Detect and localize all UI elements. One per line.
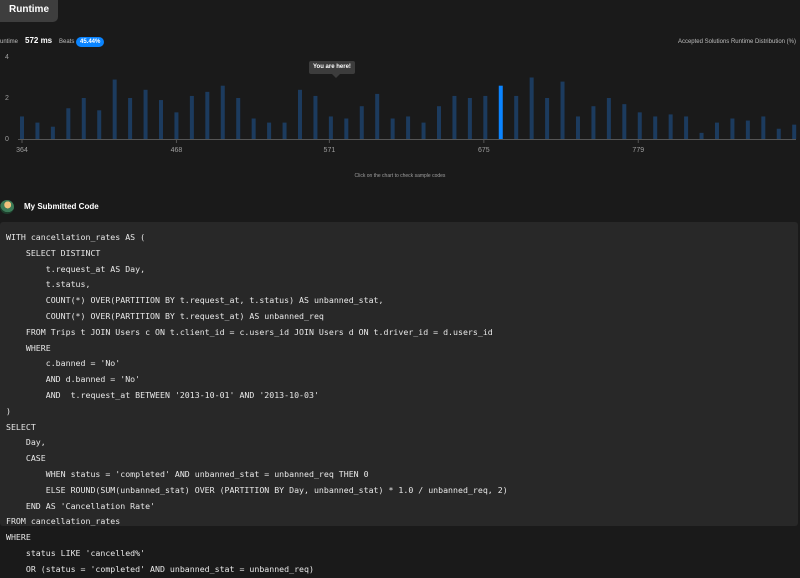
runtime-value: 572 ms <box>25 36 53 45</box>
distribution-bar[interactable] <box>143 89 148 139</box>
code-line: t.status, <box>6 279 91 290</box>
distribution-bar[interactable] <box>653 116 658 139</box>
distribution-bar[interactable] <box>436 106 441 139</box>
code-line: OR (status = 'completed' AND unbanned_st… <box>6 563 314 574</box>
x-tick-label: 364 <box>16 147 28 154</box>
distribution-bar[interactable] <box>730 118 735 140</box>
code-line: SELECT DISTINCT <box>6 247 101 258</box>
code-line: c.banned = 'No' <box>6 358 121 369</box>
distribution-bar[interactable] <box>66 108 71 139</box>
submitted-code-title: My Submitted Code <box>24 202 99 211</box>
distribution-bar[interactable] <box>792 124 797 139</box>
distribution-bar[interactable] <box>776 128 781 139</box>
distribution-bar[interactable] <box>35 122 40 139</box>
distribution-bar[interactable] <box>622 104 627 139</box>
distribution-bar[interactable] <box>714 122 719 139</box>
distribution-bar[interactable] <box>699 132 704 139</box>
code-line: WHERE <box>6 532 31 543</box>
code-line: FROM cancellation_rates <box>6 516 121 527</box>
you-are-here-tooltip: You are here! <box>309 61 355 78</box>
code-line: t.request_at AS Day, <box>6 263 146 274</box>
code-line: END AS 'Cancellation Rate' <box>6 500 156 511</box>
distribution-bar[interactable] <box>529 77 534 140</box>
distribution-bar[interactable] <box>560 81 565 139</box>
beats-label: Beats <box>59 39 75 45</box>
runtime-label: untime <box>0 39 19 45</box>
distribution-bar[interactable] <box>483 95 488 139</box>
distribution-bar[interactable] <box>375 93 380 139</box>
code-line: COUNT(*) OVER(PARTITION BY t.request_at)… <box>6 310 324 321</box>
distribution-bar[interactable] <box>684 116 689 139</box>
distribution-bar[interactable] <box>174 112 179 139</box>
code-line: ) <box>6 405 11 416</box>
distribution-bar[interactable] <box>591 106 596 139</box>
distribution-bar[interactable] <box>189 95 194 139</box>
x-tick-label: 675 <box>478 147 490 154</box>
distribution-bar[interactable] <box>313 95 318 139</box>
distribution-bar[interactable] <box>128 98 133 139</box>
distribution-bar[interactable] <box>158 100 163 139</box>
code-line: status LIKE 'cancelled%' <box>6 547 146 558</box>
y-tick-label: 0 <box>5 136 9 143</box>
code-line: COUNT(*) OVER(PARTITION BY t.request_at,… <box>6 295 384 306</box>
avatar <box>0 200 14 214</box>
code-line: WITH cancellation_rates AS ( <box>6 232 146 242</box>
runtime-distribution-chart[interactable]: 4 2 0 364 468 571 675 779 <box>0 50 800 165</box>
distribution-bar[interactable] <box>251 118 256 140</box>
distribution-bar[interactable] <box>81 98 86 139</box>
code-line: SELECT <box>6 421 36 432</box>
distribution-bar[interactable] <box>236 98 241 139</box>
distribution-bar[interactable] <box>359 106 364 139</box>
code-line: WHEN status = 'completed' AND unbanned_s… <box>6 468 369 479</box>
distribution-bar[interactable] <box>50 126 55 139</box>
distribution-bar[interactable] <box>575 116 580 139</box>
code-text: WITH cancellation_rates AS ( SELECT DIST… <box>0 222 798 578</box>
y-tick-label: 4 <box>5 54 9 61</box>
highlighted-bar[interactable] <box>498 85 503 139</box>
x-tick-label: 571 <box>324 147 336 154</box>
code-line: ELSE ROUND(SUM(unbanned_stat) OVER (PART… <box>6 484 508 495</box>
distribution-bar[interactable] <box>745 120 750 139</box>
code-block: WITH cancellation_rates AS ( SELECT DIST… <box>0 222 798 574</box>
code-line: CASE <box>6 453 46 464</box>
runtime-stats: untime 572 ms Beats 45.44% Accepted Solu… <box>0 36 800 50</box>
distribution-bar[interactable] <box>467 98 472 139</box>
code-line: AND t.request_at BETWEEN '2013-10-01' AN… <box>6 389 319 400</box>
distribution-bar[interactable] <box>668 114 673 139</box>
distribution-bar[interactable] <box>606 98 611 139</box>
distribution-bar[interactable] <box>220 85 225 139</box>
code-line: AND d.banned = 'No' <box>6 374 141 385</box>
distribution-bar[interactable] <box>328 116 333 139</box>
distribution-bar[interactable] <box>344 118 349 140</box>
distribution-bar[interactable] <box>390 118 395 140</box>
distribution-bar[interactable] <box>97 110 102 139</box>
distribution-bar[interactable] <box>112 79 117 139</box>
distribution-bar[interactable] <box>267 122 272 139</box>
distribution-bar[interactable] <box>514 95 519 139</box>
distribution-bar[interactable] <box>282 122 287 139</box>
tab-runtime[interactable]: Runtime <box>0 0 58 22</box>
distribution-bar[interactable] <box>20 116 24 139</box>
distribution-title: Accepted Solutions Runtime Distribution … <box>677 39 796 45</box>
distribution-bar[interactable] <box>205 91 210 139</box>
code-line: Day, <box>6 437 46 448</box>
x-tick-label: 468 <box>171 147 183 154</box>
distribution-bar[interactable] <box>406 116 411 139</box>
x-tick-label: 779 <box>632 147 644 154</box>
distribution-bar[interactable] <box>761 116 766 139</box>
distribution-bar[interactable] <box>545 98 550 139</box>
beats-badge: 45.44% <box>76 37 105 47</box>
y-tick-label: 2 <box>5 95 9 102</box>
distribution-bar[interactable] <box>421 122 426 139</box>
chart-hint: Click on the chart to check sample codes <box>354 173 446 179</box>
distribution-bar[interactable] <box>452 95 457 139</box>
code-line: WHERE <box>6 342 51 353</box>
distribution-bar[interactable] <box>637 112 642 139</box>
code-line: FROM Trips t JOIN Users c ON t.client_id… <box>6 326 493 337</box>
distribution-bar[interactable] <box>297 89 302 139</box>
